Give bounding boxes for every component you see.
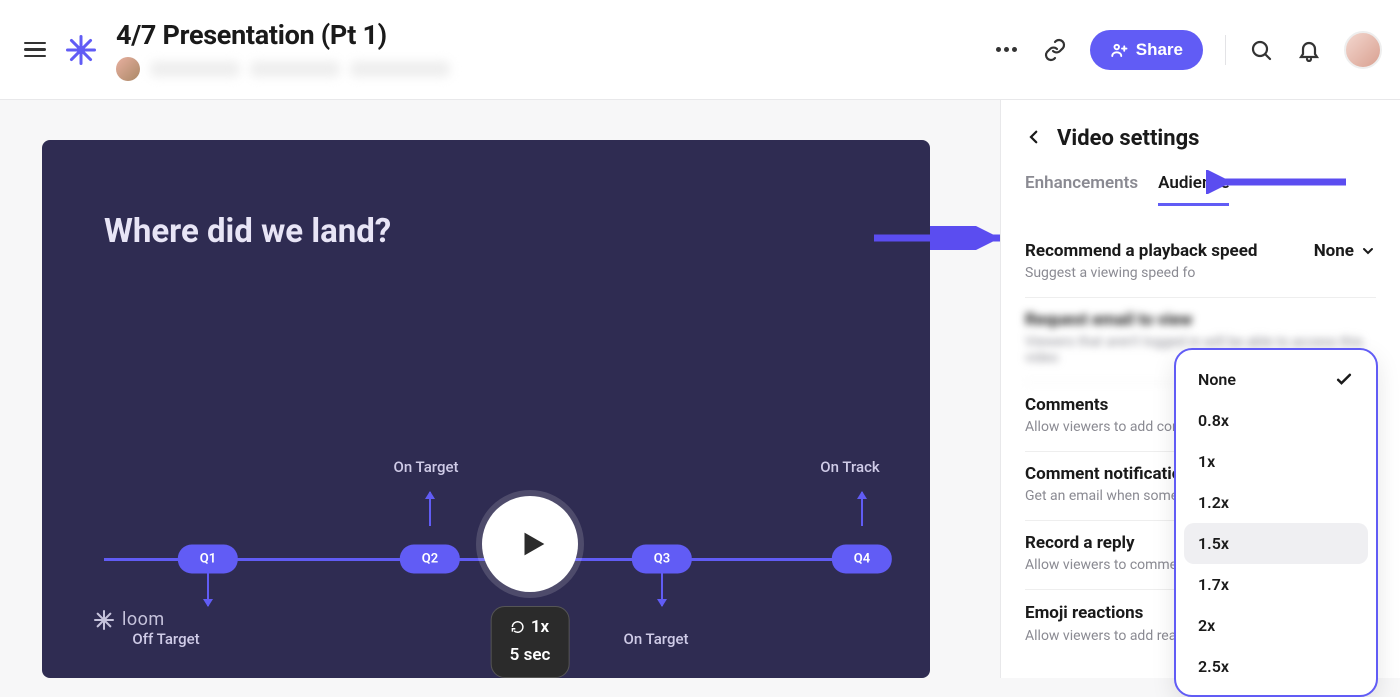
- q4-label: On Track: [820, 458, 879, 476]
- chevron-down-icon: [1360, 243, 1376, 259]
- timestamp: [250, 61, 340, 77]
- speed-option[interactable]: 1.2x: [1184, 482, 1368, 523]
- loom-logo-icon[interactable]: [66, 35, 96, 65]
- search-icon[interactable]: [1248, 37, 1274, 63]
- more-icon[interactable]: [994, 37, 1020, 63]
- speed-option[interactable]: 1.5x: [1184, 523, 1368, 564]
- speed-option[interactable]: 2x: [1184, 605, 1368, 646]
- video-panel: Where did we land? Q1 Q2 Q3 Q4 Off Targe…: [0, 100, 1000, 678]
- annotation-arrow-icon: [1206, 170, 1356, 194]
- settings-title: Video settings: [1057, 126, 1199, 151]
- speed-badge: 1x: [510, 617, 551, 637]
- time-badge: 5 sec: [510, 645, 551, 665]
- bell-icon[interactable]: [1296, 37, 1322, 63]
- setting-playback-speed: Recommend a playback speed None Suggest …: [1025, 229, 1376, 298]
- q2-label: On Target: [393, 458, 458, 476]
- user-avatar[interactable]: [1344, 31, 1382, 69]
- main: Where did we land? Q1 Q2 Q3 Q4 Off Targe…: [0, 100, 1400, 678]
- speed-option[interactable]: 2.5x: [1184, 646, 1368, 687]
- back-icon[interactable]: [1025, 128, 1043, 150]
- author-avatar[interactable]: [116, 57, 140, 81]
- speed-option[interactable]: None: [1184, 358, 1368, 400]
- annotation-arrow-icon: [872, 226, 1014, 250]
- video-player[interactable]: Where did we land? Q1 Q2 Q3 Q4 Off Targe…: [42, 140, 930, 678]
- play-button[interactable]: [482, 496, 578, 592]
- arrow-down-icon: [661, 572, 663, 606]
- slide-title: Where did we land?: [104, 212, 391, 251]
- q3-label: On Target: [623, 630, 688, 648]
- playback-desc: Suggest a viewing speed fo: [1025, 265, 1376, 281]
- playback-dropdown[interactable]: None: [1314, 241, 1376, 261]
- speed-option[interactable]: 1.7x: [1184, 564, 1368, 605]
- speed-option[interactable]: 1x: [1184, 441, 1368, 482]
- check-icon: [1334, 369, 1354, 389]
- loom-watermark: loom: [94, 609, 165, 630]
- share-label: Share: [1136, 40, 1183, 60]
- q4-pill: Q4: [832, 545, 892, 574]
- page-title: 4/7 Presentation (Pt 1): [116, 19, 450, 51]
- title-block: 4/7 Presentation (Pt 1): [116, 19, 450, 81]
- playback-badge[interactable]: 1x 5 sec: [491, 606, 570, 678]
- settings-header: Video settings: [1025, 126, 1376, 151]
- tab-enhancements[interactable]: Enhancements: [1025, 173, 1138, 206]
- header-right: Share: [994, 30, 1382, 70]
- q1-label: Off Target: [132, 630, 199, 648]
- meta-row: [116, 57, 450, 81]
- q3-pill: Q3: [632, 545, 692, 574]
- q1-pill: Q1: [178, 545, 238, 574]
- arrow-down-icon: [207, 572, 209, 606]
- app-header: 4/7 Presentation (Pt 1) Share: [0, 0, 1400, 100]
- arrow-up-icon: [429, 492, 431, 526]
- playback-speed-menu[interactable]: None0.8x1x1.2x1.5x1.7x2x2.5x: [1174, 348, 1378, 697]
- arrow-up-icon: [861, 492, 863, 526]
- header-left: 4/7 Presentation (Pt 1): [18, 19, 450, 81]
- divider: [1225, 35, 1226, 65]
- playback-label: Recommend a playback speed: [1025, 241, 1257, 261]
- author-name: [150, 61, 240, 77]
- folder-name: [350, 61, 450, 77]
- speed-option[interactable]: 0.8x: [1184, 400, 1368, 441]
- emoji-label: Emoji reactions: [1025, 603, 1143, 623]
- q2-pill: Q2: [400, 545, 460, 574]
- share-button[interactable]: Share: [1090, 30, 1203, 70]
- menu-icon[interactable]: [18, 36, 52, 64]
- link-icon[interactable]: [1042, 37, 1068, 63]
